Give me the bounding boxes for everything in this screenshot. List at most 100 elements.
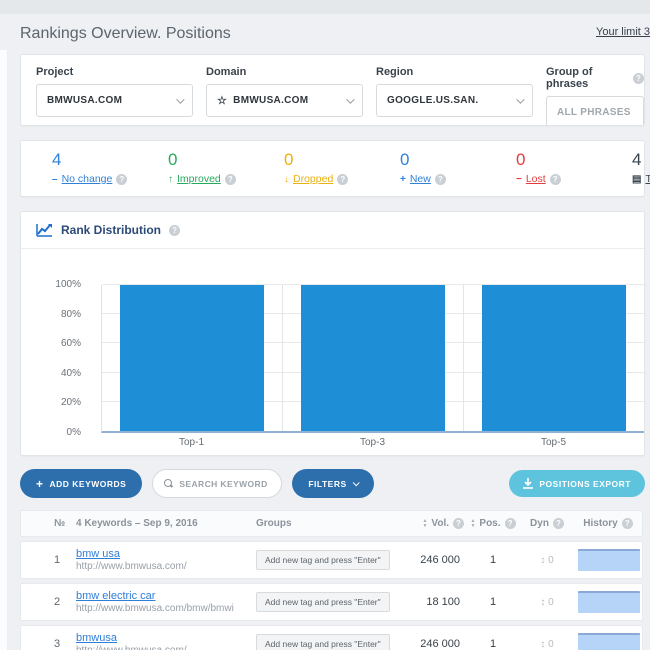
positions-export-label: POSITIONS EXPORT — [539, 478, 631, 489]
project-select[interactable]: BMWUSA.COM — [36, 84, 193, 117]
y-tick-label: 40% — [60, 367, 81, 379]
x-tick-label: Top-1 — [178, 437, 204, 448]
history-cell — [574, 633, 642, 650]
x-tick-label: Top-3 — [359, 437, 385, 448]
add-keywords-button[interactable]: + ADD KEYWORDS — [20, 469, 143, 498]
history-header-label: History — [583, 518, 618, 529]
help-icon[interactable]: ? — [633, 72, 644, 84]
keyword-cell: bmw usa http://www.bmwusa.com/ — [76, 548, 244, 573]
your-limit-link[interactable]: Your limit 33, — [596, 26, 650, 38]
volume-value: 18 100 — [426, 596, 460, 608]
filter-region: Region GOOGLE.US.SAN. — [376, 66, 533, 125]
stat-new-link[interactable]: New — [410, 173, 431, 185]
keyword-link[interactable]: bmwusa — [76, 632, 244, 645]
keyword-link[interactable]: bmw usa — [76, 548, 244, 561]
stat-dropped-link[interactable]: Dropped — [293, 173, 333, 185]
project-value: BMWUSA.COM — [47, 95, 123, 106]
help-icon[interactable]: ? — [453, 518, 464, 529]
y-tick-label: 80% — [60, 308, 81, 320]
col-pos-header: ▲ ▼ Pos. ? — [466, 518, 520, 529]
help-icon[interactable]: ? — [549, 173, 561, 185]
help-icon[interactable]: ? — [621, 518, 633, 529]
filter-group-of-phrases: Group of phrases ? ALL PHRASES — [546, 66, 644, 125]
col-num-header: № — [54, 518, 66, 529]
filters-button[interactable]: FILTERS — [292, 469, 374, 498]
add-tag-input[interactable]: Add new tag and press "Enter" — [256, 550, 390, 570]
no-change-icon: – — [52, 173, 58, 185]
add-tag-input[interactable]: Add new tag and press "Enter" — [256, 634, 390, 650]
sort-icon[interactable]: ▲ ▼ — [422, 519, 427, 529]
project-label: Project — [36, 66, 74, 78]
chart-bar[interactable] — [301, 285, 445, 431]
help-icon[interactable]: ? — [504, 518, 516, 529]
dynamics-value: ↕ 0 — [520, 597, 574, 608]
plus-icon: + — [36, 476, 44, 491]
stat-no-change-value: 4 — [52, 150, 62, 169]
search-keyword-input[interactable] — [179, 478, 271, 489]
help-icon[interactable]: ? — [434, 173, 446, 185]
filter-domain: Domain ☆ BMWUSA.COM — [206, 66, 363, 125]
stat-block: 4 ▤ Total ? — [632, 150, 650, 196]
col-vol-header: ▲ ▼ Vol. ? — [404, 518, 466, 529]
line-chart-icon — [36, 224, 52, 237]
vol-header-label: Vol. — [431, 518, 449, 529]
history-bar[interactable] — [578, 633, 640, 650]
stat-improved-link[interactable]: Improved — [177, 173, 221, 185]
y-tick-label: 100% — [55, 279, 81, 290]
stat-no-change-link[interactable]: No change — [62, 173, 113, 185]
table-row: 1 bmw usa http://www.bmwusa.com/ Add new… — [20, 541, 643, 579]
rank-distribution-card: Rank Distribution ? 0% 20% 40% 60% 80% 100% T… — [20, 211, 645, 456]
help-icon[interactable]: ? — [224, 173, 236, 185]
chart-bar[interactable] — [120, 285, 264, 431]
chart-column-top-3 — [282, 285, 463, 431]
history-cell — [574, 549, 642, 571]
stat-block: 0 − Lost ? — [516, 150, 632, 196]
help-icon[interactable]: ? — [337, 173, 349, 185]
chevron-down-icon — [176, 94, 185, 104]
chart-column-top-1 — [102, 285, 282, 431]
stat-lost-value: 0 — [516, 150, 526, 169]
group-of-phrases-value: ALL PHRASES — [557, 107, 631, 118]
position-value: 1 — [489, 554, 497, 566]
keyword-link[interactable]: bmw electric car — [76, 590, 244, 603]
region-select[interactable]: GOOGLE.US.SAN. — [376, 84, 533, 117]
up-down-arrow-icon: ↕ — [540, 596, 546, 608]
history-bar[interactable] — [578, 549, 640, 571]
plus-icon: + — [400, 173, 406, 185]
help-icon[interactable]: ? — [116, 173, 128, 185]
stats-card: 4 – No change ? 0 ↑ Improved ? 0 ↓ Dropp… — [20, 140, 650, 197]
search-keyword-box — [152, 469, 283, 498]
history-bar[interactable] — [578, 591, 640, 613]
group-of-phrases-select[interactable]: ALL PHRASES — [546, 96, 644, 125]
stat-block: 0 ↓ Dropped ? — [284, 150, 400, 196]
position-value: 1 — [489, 596, 497, 608]
search-icon — [164, 479, 173, 488]
col-keywords-header: 4 Keywords – Sep 9, 2016 — [76, 518, 198, 529]
positions-export-button[interactable]: POSITIONS EXPORT — [509, 470, 645, 497]
download-icon — [523, 478, 534, 489]
dyn-number: 0 — [548, 554, 554, 566]
stat-lost-link[interactable]: Lost — [526, 173, 546, 185]
help-icon[interactable]: ? — [552, 518, 564, 529]
table-row: 3 bmwusa http://www.bmwusa.com/ Add new … — [20, 625, 643, 650]
table-row: 2 bmw electric car http://www.bmwusa.com… — [20, 583, 643, 621]
rank-distribution-header: Rank Distribution ? — [21, 212, 644, 249]
chart-bar[interactable] — [482, 285, 626, 431]
chart-x-axis: Top-1 Top-3 Top-5 — [101, 437, 644, 448]
dynamics-value: ↕ 0 — [520, 555, 574, 566]
chevron-down-icon — [516, 94, 525, 104]
col-dyn-header: Dyn ? — [520, 518, 574, 529]
stat-total-link[interactable]: Total — [645, 173, 650, 185]
keyword-cell: bmw electric car http://www.bmwusa.com/b… — [76, 590, 244, 615]
help-icon[interactable]: ? — [169, 224, 181, 236]
y-tick-label: 0% — [66, 427, 81, 438]
domain-select[interactable]: ☆ BMWUSA.COM — [206, 84, 363, 117]
region-value: GOOGLE.US.SAN. — [387, 95, 479, 106]
table-header-row: № 4 Keywords – Sep 9, 2016 Groups ▲ ▼ Vol… — [20, 510, 643, 537]
add-tag-input[interactable]: Add new tag and press "Enter" — [256, 592, 390, 612]
keywords-table: № 4 Keywords – Sep 9, 2016 Groups ▲ ▼ Vol… — [20, 510, 643, 650]
filters-label: FILTERS — [308, 478, 347, 489]
row-number: 3 — [54, 638, 61, 650]
position-value: 1 — [489, 638, 497, 650]
sort-icon[interactable]: ▲ ▼ — [470, 519, 475, 529]
